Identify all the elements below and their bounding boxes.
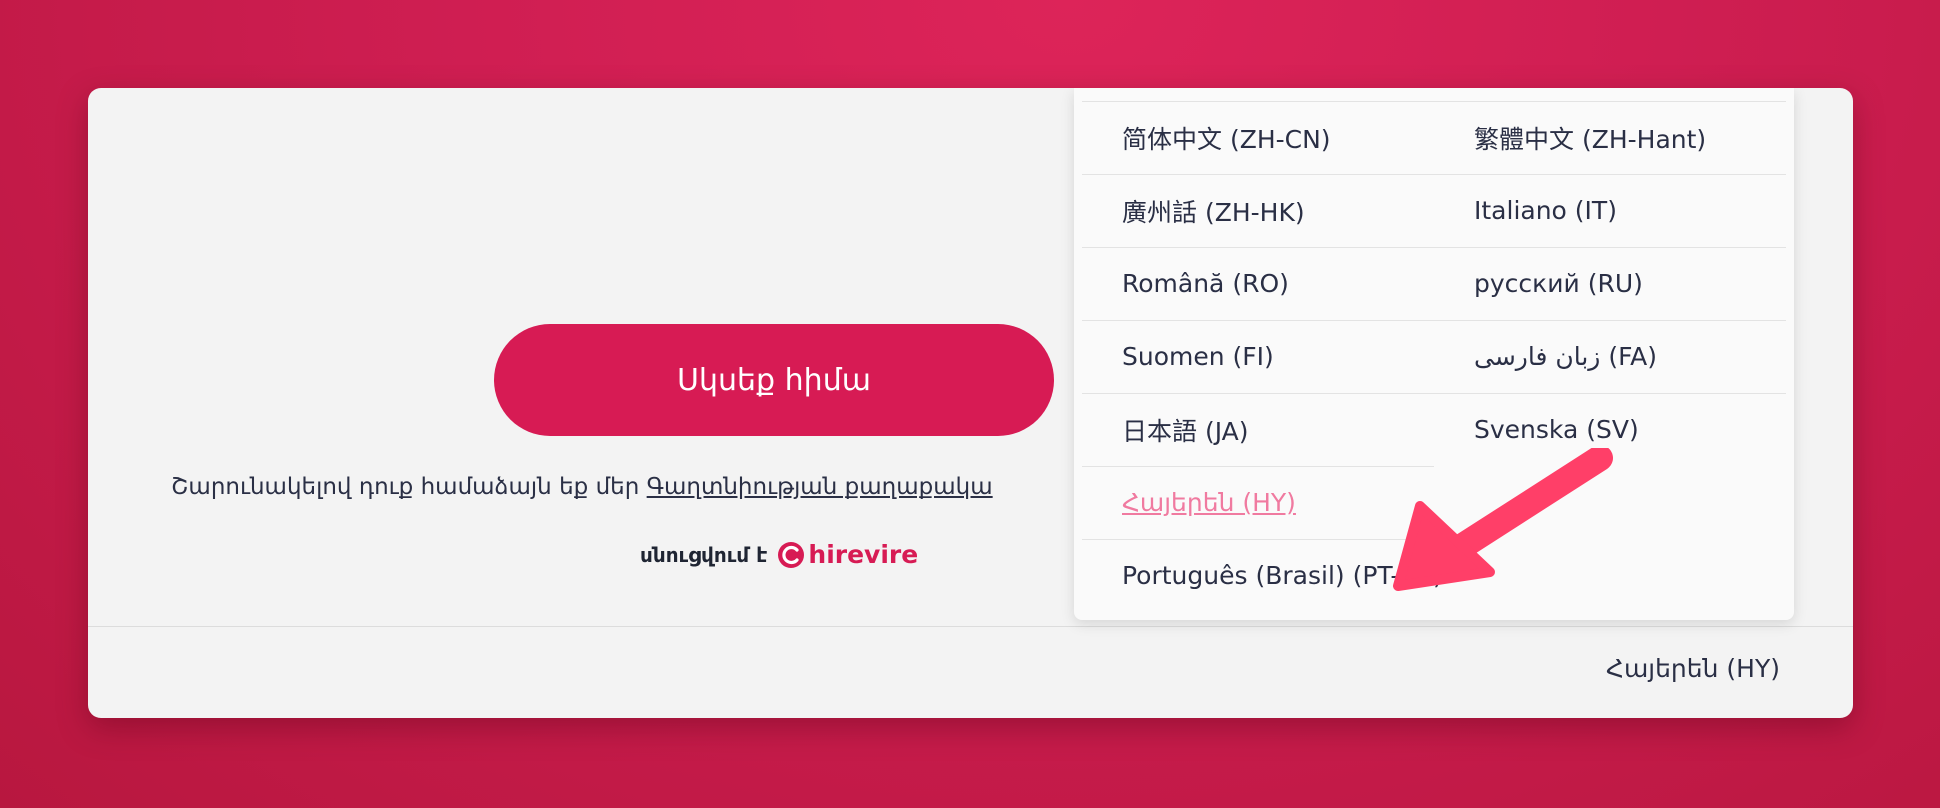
- hirevire-logo[interactable]: hirevire: [777, 540, 918, 569]
- main-card: Սկսեք հիմա Շարունակելով դուք համաձայն եք…: [88, 88, 1853, 718]
- language-option-zh-hk[interactable]: 廣州話 (ZH-HK): [1082, 174, 1434, 246]
- privacy-policy-link[interactable]: Գաղտնիության քաղաքակա: [647, 474, 993, 500]
- language-option-zh-cn[interactable]: 简体中文 (ZH-CN): [1082, 101, 1434, 173]
- language-option-ro[interactable]: Română (RO): [1082, 247, 1434, 319]
- language-option-it[interactable]: Italiano (IT): [1434, 174, 1786, 246]
- language-selector[interactable]: Հայերեն (HY): [1606, 654, 1780, 683]
- language-option-zh-hant[interactable]: 繁體中文 (ZH-Hant): [1434, 101, 1786, 173]
- language-option-fa[interactable]: زبان فارسی (FA): [1434, 320, 1786, 392]
- terms-text: Շարունակելով դուք համաձայն եք մեր: [171, 474, 647, 500]
- hirevire-mark-icon: [778, 541, 805, 568]
- hirevire-wordmark: hirevire: [808, 540, 919, 569]
- start-now-button[interactable]: Սկսեք հիմա: [494, 324, 1054, 436]
- terms-notice: Շարունակելով դուք համաձայն եք մեր Գաղտնի…: [171, 474, 1171, 500]
- language-option-fi[interactable]: Suomen (FI): [1082, 320, 1434, 392]
- footer-divider: [88, 626, 1853, 627]
- powered-by-label: սնուցվում է: [640, 542, 768, 567]
- language-option-ru[interactable]: русский (RU): [1434, 247, 1786, 319]
- powered-by: սնուցվում է hirevire: [640, 540, 918, 569]
- pointer-arrow-icon: [1393, 448, 1613, 591]
